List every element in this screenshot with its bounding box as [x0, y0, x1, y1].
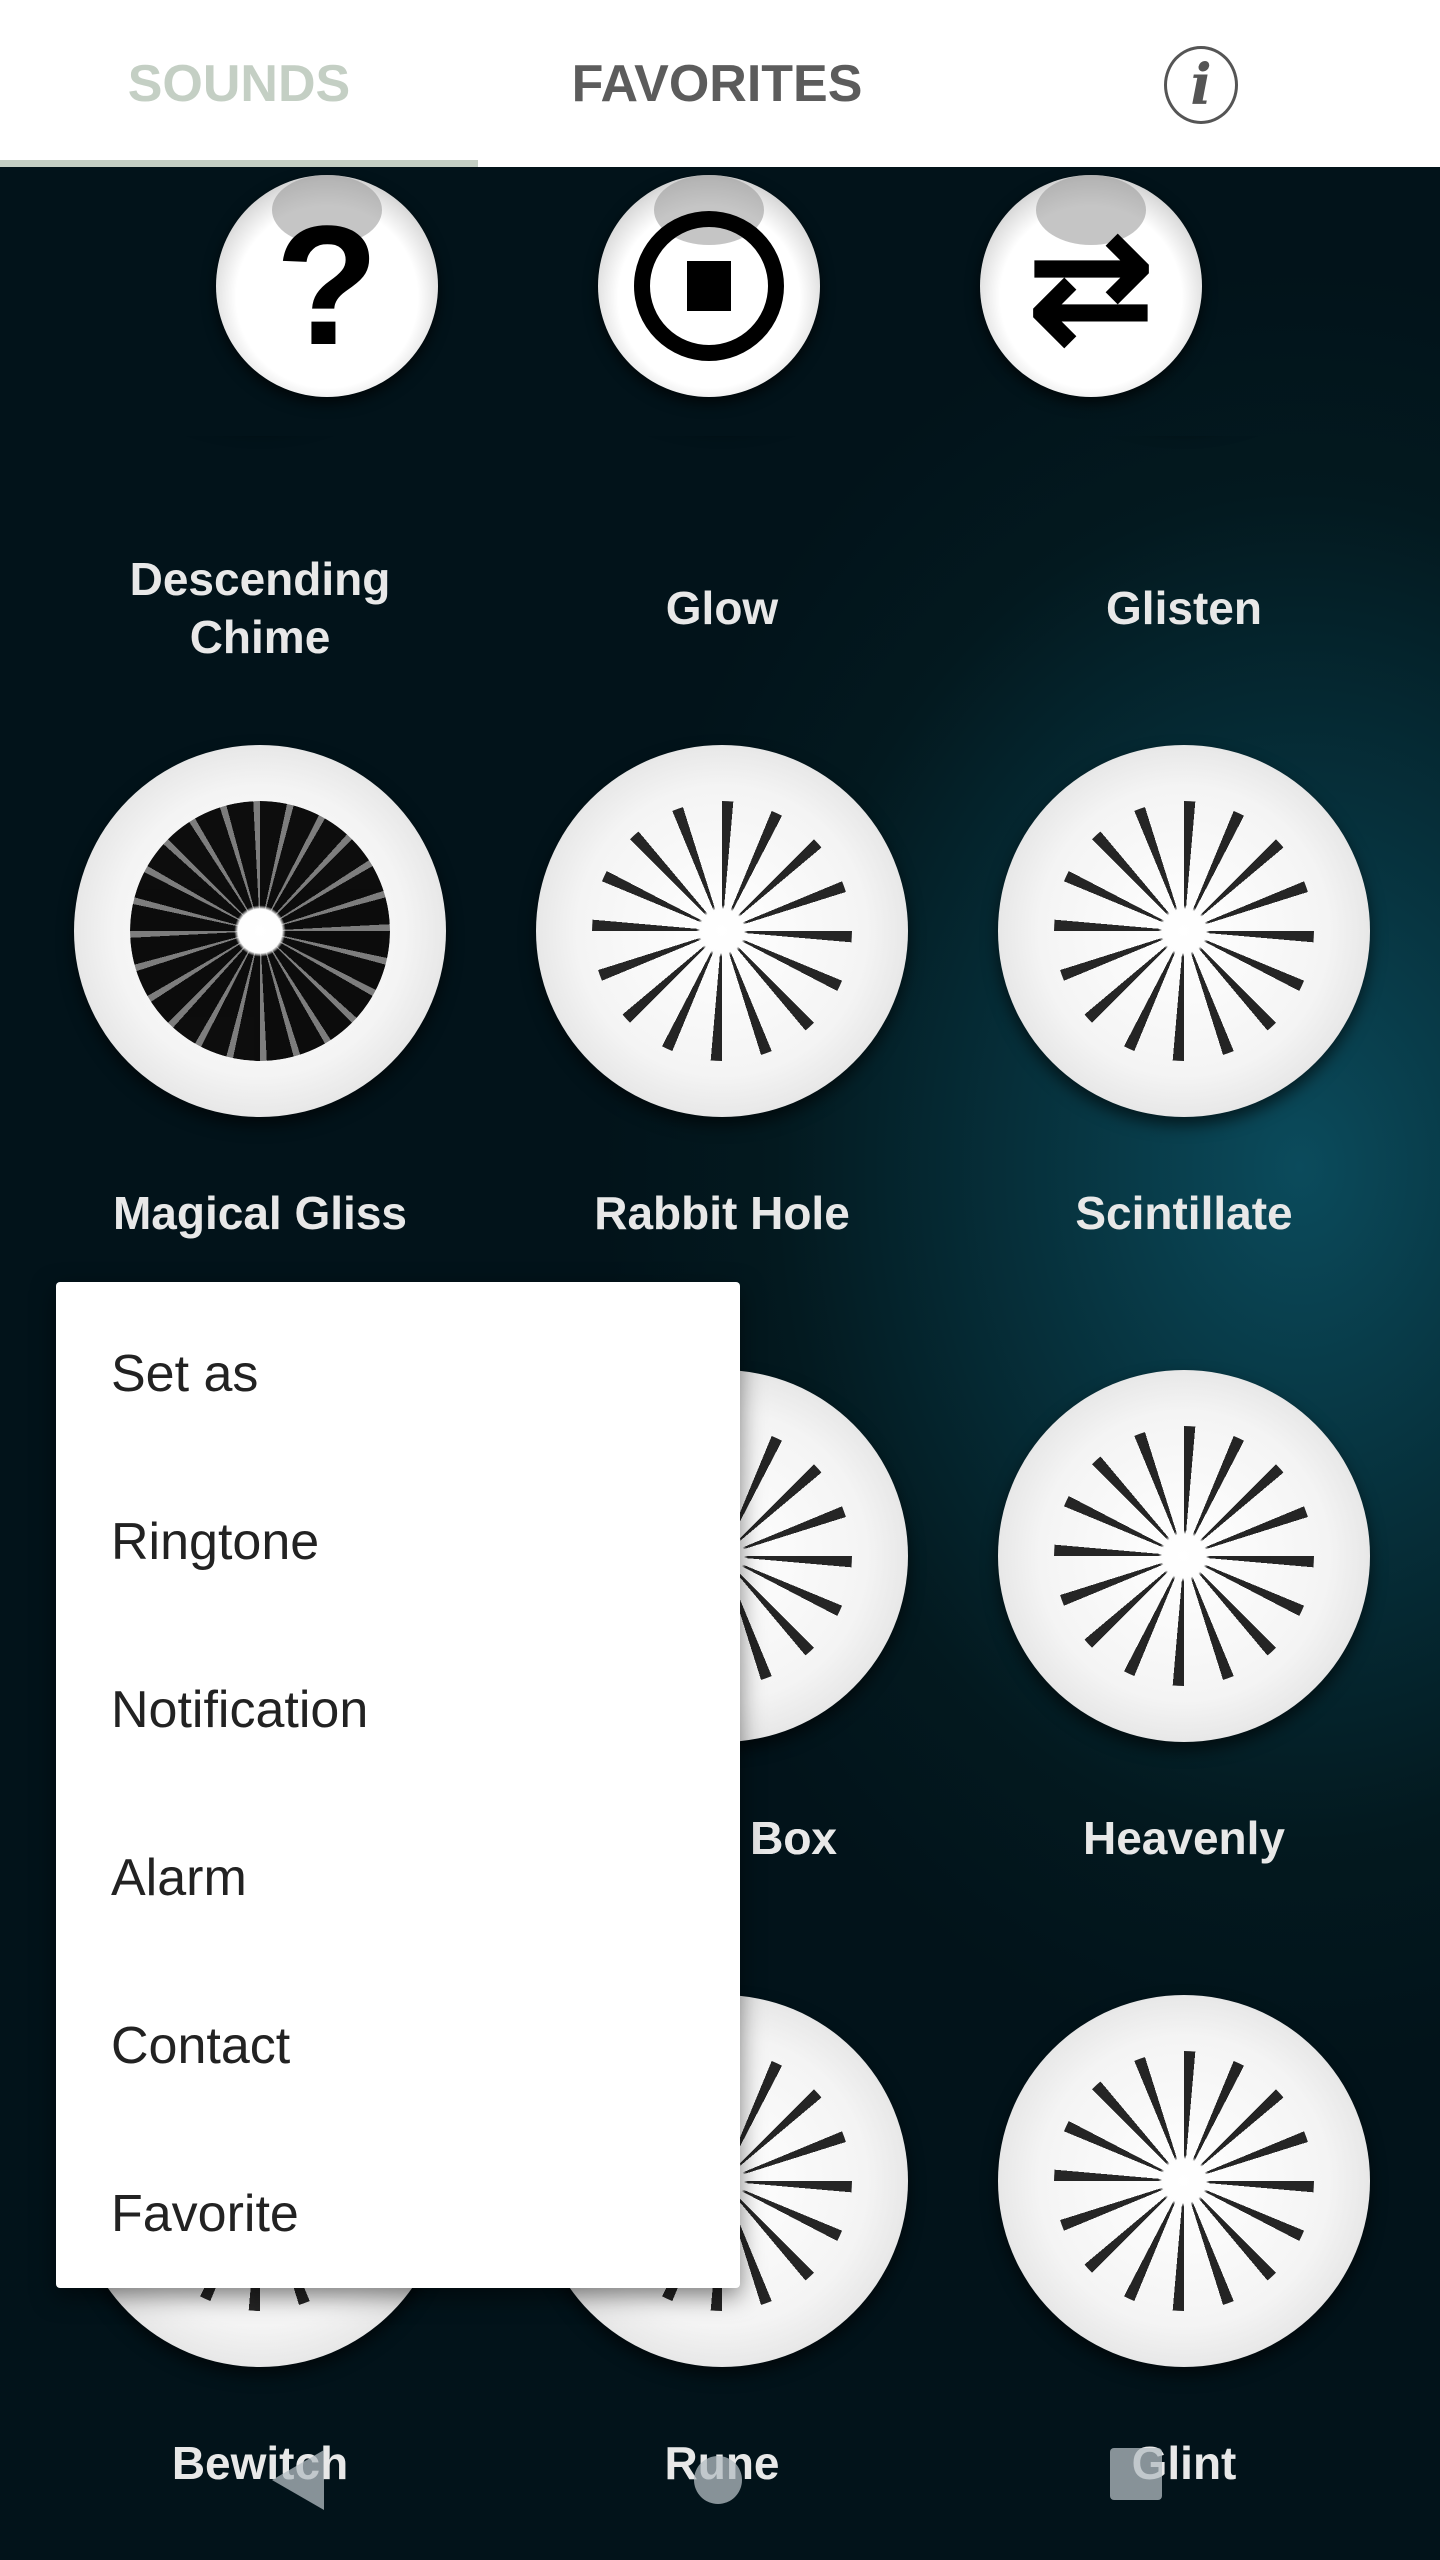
system-nav-bar	[0, 2440, 1440, 2520]
info-icon[interactable]: i	[1164, 46, 1238, 124]
help-button[interactable]: ?	[216, 175, 438, 397]
menu-item-alarm[interactable]: Alarm	[56, 1794, 740, 1962]
context-menu: Set as Ringtone Notification Alarm Conta…	[56, 1282, 740, 2288]
sound-glint[interactable]: Glint	[953, 1686, 1415, 2489]
sound-magical-gliss[interactable]: Magical Gliss	[29, 436, 491, 1239]
stop-button[interactable]	[598, 175, 820, 397]
home-icon[interactable]	[694, 2456, 742, 2504]
sound-heavenly[interactable]: Heavenly	[953, 1061, 1415, 1864]
menu-item-notification[interactable]: Notification	[56, 1626, 740, 1794]
stop-icon	[634, 211, 784, 361]
active-tab-indicator	[0, 160, 478, 167]
repeat-icon: ⇄	[1028, 202, 1154, 370]
menu-item-favorite[interactable]: Favorite	[56, 2130, 740, 2298]
tab-favorites[interactable]: FAVORITES	[478, 0, 956, 167]
tab-sounds[interactable]: SOUNDS	[0, 0, 478, 167]
tab-bar: SOUNDS FAVORITES i	[0, 0, 1440, 167]
repeat-button[interactable]: ⇄	[980, 175, 1202, 397]
back-icon[interactable]	[272, 2450, 324, 2510]
menu-item-contact[interactable]: Contact	[56, 1962, 740, 2130]
sound-scintillate[interactable]: Scintillate	[953, 436, 1415, 1239]
menu-item-ringtone[interactable]: Ringtone	[56, 1458, 740, 1626]
sound-label: Magical Gliss	[112, 1187, 407, 1239]
sound-rabbit-hole[interactable]: Rabbit Hole	[491, 436, 953, 1239]
menu-item-set-as[interactable]: Set as	[56, 1290, 740, 1458]
help-icon: ?	[275, 191, 379, 381]
recents-icon[interactable]	[1110, 2448, 1162, 2500]
